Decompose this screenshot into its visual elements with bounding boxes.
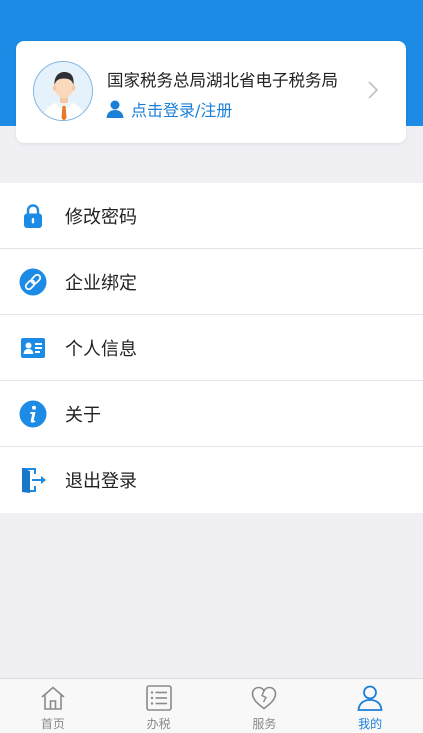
link-icon: [19, 268, 47, 296]
tab-label: 我的: [358, 717, 383, 731]
settings-menu: 修改密码 企业绑定 个人信息 关于 退出登录: [0, 183, 423, 513]
lock-icon: [24, 204, 42, 228]
menu-item-about[interactable]: 关于: [0, 381, 423, 447]
info-icon: [19, 400, 47, 428]
menu-item-label: 修改密码: [65, 206, 137, 228]
home-icon: [41, 686, 65, 710]
profile-card[interactable]: 国家税务总局湖北省电子税务局 点击登录/注册: [16, 41, 406, 143]
menu-item-logout[interactable]: 退出登录: [0, 447, 423, 513]
bottom-tab-bar: 首页 办税 服务 我的: [0, 678, 423, 733]
menu-item-personal-info[interactable]: 个人信息: [0, 315, 423, 381]
user-avatar-icon: [33, 61, 93, 121]
chevron-right-icon: [368, 81, 379, 99]
menu-item-label: 关于: [65, 404, 101, 426]
id-card-icon: [21, 338, 45, 358]
login-register-text: 点击登录/注册: [131, 101, 233, 120]
tab-label: 首页: [40, 717, 65, 731]
tab-label: 办税: [146, 717, 171, 731]
menu-item-label: 退出登录: [65, 471, 137, 492]
tab-home[interactable]: 首页: [0, 679, 106, 733]
menu-item-label: 个人信息: [65, 338, 137, 360]
menu-item-enterprise-binding[interactable]: 企业绑定: [0, 249, 423, 315]
org-name: 国家税务总局湖北省电子税务局: [107, 71, 338, 90]
tab-tax[interactable]: 办税: [106, 679, 212, 733]
tab-mine[interactable]: 我的: [317, 679, 423, 733]
heart-icon: [252, 686, 277, 710]
list-icon: [145, 685, 172, 711]
person-icon: [357, 685, 383, 711]
tab-label: 服务: [252, 717, 277, 731]
logout-icon: [22, 468, 46, 493]
user-icon: [106, 100, 124, 118]
menu-item-change-password[interactable]: 修改密码: [0, 183, 423, 249]
login-register-link[interactable]: 点击登录/注册: [105, 98, 232, 120]
menu-item-label: 企业绑定: [65, 272, 137, 294]
tab-service[interactable]: 服务: [212, 679, 318, 733]
